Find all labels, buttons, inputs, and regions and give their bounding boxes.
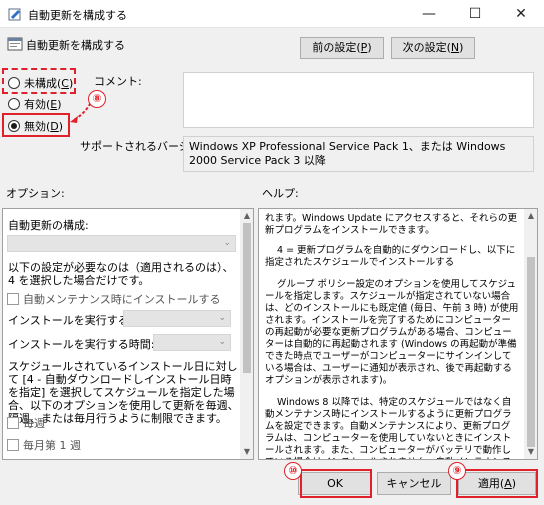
scroll-down-icon[interactable]: ▼ [524, 447, 537, 456]
checkbox-box[interactable] [7, 293, 19, 305]
help-panel: れます。Windows Update にアクセスすると、それらの更新プログラムを… [258, 208, 538, 460]
maximize-icon[interactable]: ☐ [452, 0, 498, 28]
options-panel: 自動更新の構成: ⌄ 以下の設定が必要なのは（適用されるのは）、4 を選択した場… [2, 208, 254, 460]
policy-name: 自動更新を構成する [26, 39, 125, 52]
annotation-number-8: ⑧ [88, 90, 106, 108]
checkbox-box[interactable] [7, 417, 19, 429]
auto-update-config-label: 自動更新の構成: [8, 219, 89, 232]
help-paragraph: れます。Windows Update にアクセスすると、それらの更新プログラムを… [265, 213, 518, 236]
annotation-highlight-not-configured [2, 68, 76, 94]
annotation-number-9: ⑨ [448, 462, 466, 480]
annotation-highlight-apply [456, 469, 538, 498]
window-title: 自動更新を構成する [28, 9, 127, 22]
minimize-icon[interactable]: — [406, 0, 452, 28]
install-time-label: インストールを実行する時間: [8, 338, 155, 351]
chevron-down-icon: ⌄ [218, 313, 226, 323]
scroll-down-icon[interactable]: ▼ [240, 447, 253, 456]
radio-enabled[interactable]: 有効(E) [8, 95, 62, 113]
help-paragraph: 4 = 更新プログラムを自動的にダウンロードし、以下に指定されたスケジュールでイ… [265, 245, 516, 268]
comment-textarea[interactable] [183, 72, 534, 128]
help-header: ヘルプ: [262, 187, 299, 200]
help-scrollbar[interactable]: ▲ ▼ [524, 209, 537, 459]
chevron-down-icon: ⌄ [218, 337, 226, 347]
options-scrollbar[interactable]: ▲ ▼ [240, 209, 253, 459]
install-maintenance-checkbox[interactable]: 自動メンテナンス時にインストールする [7, 291, 221, 307]
previous-setting-button[interactable]: 前の設定(P) [300, 37, 384, 59]
annotation-highlight-ok [300, 469, 372, 498]
annotation-highlight-disabled [2, 113, 70, 137]
install-time-dropdown[interactable]: ⌄ [153, 334, 231, 351]
annotation-number-10: ⑩ [284, 462, 302, 480]
chevron-down-icon: ⌄ [223, 238, 231, 248]
close-icon[interactable]: ✕ [498, 0, 544, 28]
radio-circle[interactable] [8, 98, 20, 110]
scroll-up-icon[interactable]: ▲ [240, 211, 253, 220]
install-day-dropdown[interactable]: ⌄ [123, 310, 231, 327]
policy-edit-icon [8, 8, 21, 21]
auto-update-config-dropdown[interactable]: ⌄ [7, 235, 236, 252]
scroll-up-icon[interactable]: ▲ [524, 211, 537, 220]
options-note: 以下の設定が必要なのは（適用されるのは）、4 を選択した場合だけです。 [8, 261, 234, 287]
checkbox-box[interactable] [7, 439, 19, 451]
options-header: オプション: [6, 187, 65, 200]
supported-on-value: Windows XP Professional Service Pack 1、ま… [183, 136, 534, 172]
next-setting-button[interactable]: 次の設定(N) [391, 37, 475, 59]
every-week-checkbox[interactable]: 毎週 [7, 415, 45, 431]
policy-setting-icon [7, 37, 23, 51]
help-paragraph: グループ ポリシー設定のオプションを使用してスケジュールを指定します。スケジュー… [265, 279, 519, 386]
scroll-thumb[interactable] [527, 257, 535, 447]
first-week-checkbox[interactable]: 毎月第 1 週 [7, 437, 81, 453]
cancel-button[interactable]: キャンセル [377, 472, 451, 495]
help-text: れます。Windows Update にアクセスすると、それらの更新プログラムを… [265, 213, 519, 459]
scroll-thumb[interactable] [243, 223, 251, 373]
help-paragraph: Windows 8 以降では、特定のスケジュールではなく自動メンテナンス時にイン… [265, 397, 512, 459]
